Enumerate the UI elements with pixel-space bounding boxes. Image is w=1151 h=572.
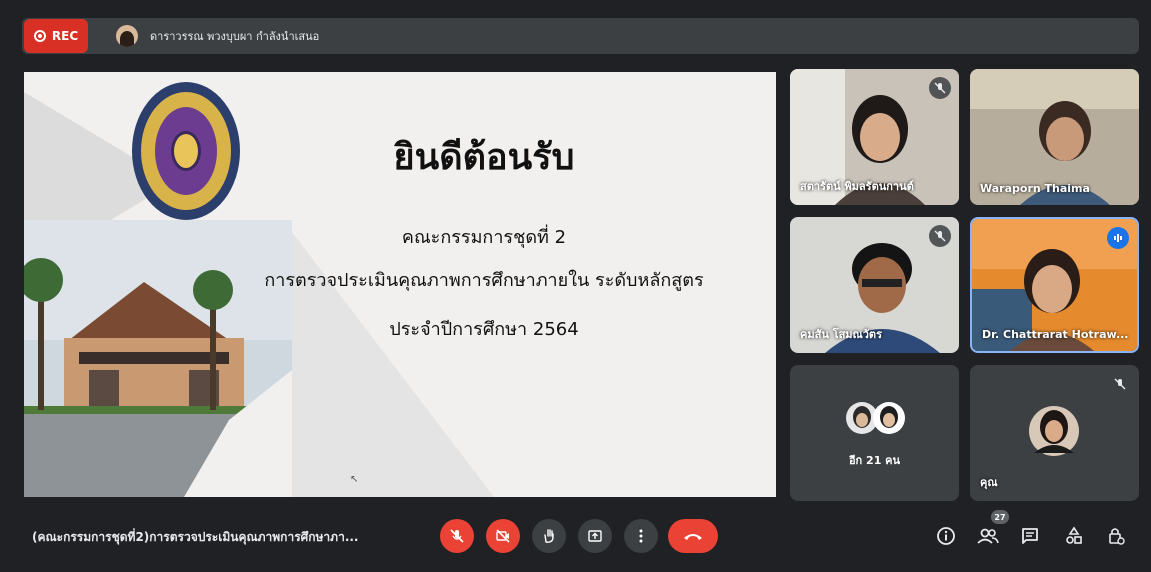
participant-tile-others[interactable]: อีก 21 คน xyxy=(790,365,959,501)
record-icon xyxy=(33,30,46,42)
present-now-button[interactable] xyxy=(578,519,612,553)
raise-hand-button[interactable] xyxy=(532,519,566,553)
people-icon xyxy=(977,528,999,544)
bottom-control-bar: (คณะกรรมการชุดที่2)การตรวจประเมินคุณภาพก… xyxy=(0,510,1151,572)
slide-subtitle-year: ประจำปีการศึกษา 2564 xyxy=(389,319,579,340)
camera-toggle-button[interactable] xyxy=(486,519,520,553)
mouse-cursor-icon: ↖ xyxy=(350,474,359,485)
meeting-details-button[interactable] xyxy=(934,524,958,548)
hand-icon xyxy=(544,529,554,543)
info-icon xyxy=(937,527,955,545)
call-end-icon xyxy=(684,534,702,540)
campus-photo xyxy=(24,220,292,497)
mic-off-icon xyxy=(929,77,951,99)
leave-call-button[interactable] xyxy=(668,519,718,553)
recording-indicator[interactable]: REC xyxy=(24,19,88,53)
presenter-avatar xyxy=(116,25,138,47)
chat-icon xyxy=(1022,528,1038,544)
chat-button[interactable] xyxy=(1018,524,1042,548)
participant-tile-4[interactable]: Dr. Chattrarat Hotraw... xyxy=(970,217,1139,353)
mic-off-icon xyxy=(1109,373,1131,395)
present-icon xyxy=(588,530,602,542)
participant-name: คมสัน โสมณวัตร xyxy=(800,328,882,341)
presenter-status: ดาราวรรณ พวงบุบผา กำลังนำเสนอ xyxy=(150,30,320,43)
slide-title: ยินดีต้อนรับ xyxy=(393,137,575,178)
mic-off-icon xyxy=(450,529,464,543)
others-avatars xyxy=(846,402,905,434)
more-options-button[interactable] xyxy=(624,519,658,553)
participant-name: Waraporn Thaima xyxy=(980,182,1090,195)
speaking-indicator-icon xyxy=(1107,227,1129,249)
people-button[interactable] xyxy=(976,524,1000,548)
camera-off-icon xyxy=(496,529,510,543)
participant-tile-1[interactable]: สตารัตน์ พิมลรัตนกานต์ xyxy=(790,69,959,205)
rec-label: REC xyxy=(51,29,79,43)
mic-off-icon xyxy=(929,225,951,247)
more-vert-icon xyxy=(639,529,643,543)
people-count-badge: 27 xyxy=(991,510,1009,524)
participant-name: คุณ xyxy=(980,476,998,489)
top-bar: REC ดาราวรรณ พวงบุบผา กำลังนำเสนอ xyxy=(22,18,1139,54)
participant-name: Dr. Chattrarat Hotraw... xyxy=(982,328,1129,341)
slide-subtitle-assessment: การตรวจประเมินคุณภาพการศึกษาภายใน ระดับห… xyxy=(264,270,704,291)
university-logo xyxy=(132,82,240,220)
host-controls-button[interactable] xyxy=(1104,524,1128,548)
activities-button[interactable] xyxy=(1062,524,1086,548)
mic-toggle-button[interactable] xyxy=(440,519,474,553)
meeting-title: (คณะกรรมการชุดที่2)การตรวจประเมินคุณภาพก… xyxy=(32,530,359,544)
participant-tile-self[interactable]: คุณ xyxy=(970,365,1139,501)
lock-person-icon xyxy=(1109,528,1125,545)
others-count: อีก 21 คน xyxy=(848,454,901,467)
participant-tile-3[interactable]: คมสัน โสมณวัตร xyxy=(790,217,959,353)
presentation-slide[interactable]: ยินดีต้อนรับ คณะกรรมการชุดที่ 2 การตรวจป… xyxy=(24,72,776,497)
activities-icon xyxy=(1066,526,1082,544)
slide-subtitle-committee: คณะกรรมการชุดที่ 2 xyxy=(401,227,567,248)
participant-name: สตารัตน์ พิมลรัตนกานต์ xyxy=(800,180,914,193)
participant-tile-2[interactable]: Waraporn Thaima xyxy=(970,69,1139,205)
